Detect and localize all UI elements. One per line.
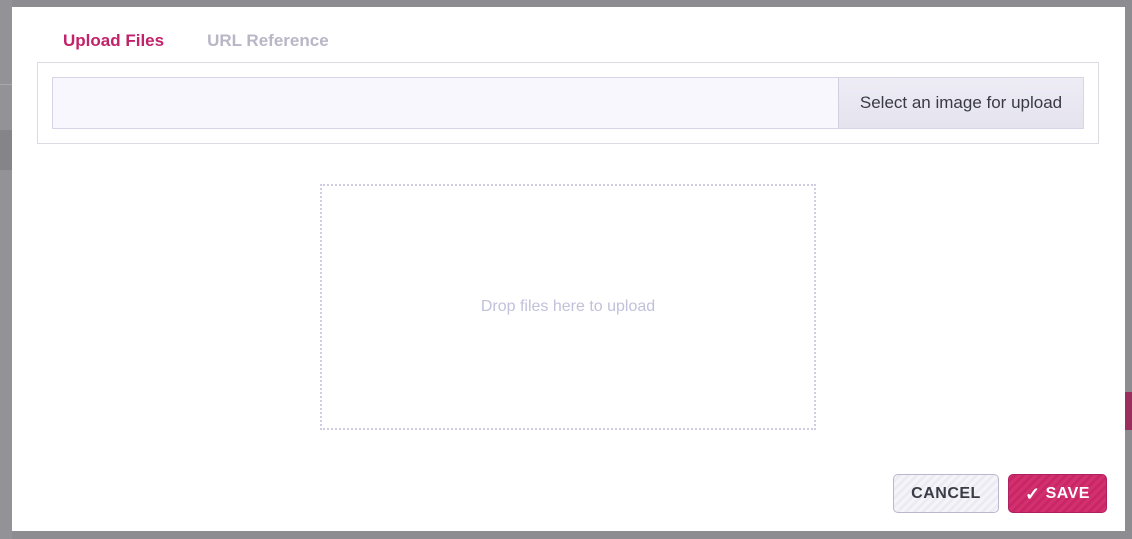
cancel-button[interactable]: CANCEL [893,474,999,513]
upload-modal: Upload Files URL Reference Select an ima… [12,7,1125,531]
checkmark-icon: ✓ [1025,483,1041,504]
background-bar [0,130,12,170]
tab-url-reference[interactable]: URL Reference [207,31,329,51]
tab-bar: Upload Files URL Reference [63,31,329,51]
dropzone-label: Drop files here to upload [480,298,656,315]
select-image-button[interactable]: Select an image for upload [838,78,1083,128]
file-dropzone[interactable]: Drop files here to upload [320,184,816,430]
tab-upload-files[interactable]: Upload Files [63,31,164,51]
file-path-field[interactable] [53,78,838,128]
background-sidebar [0,0,12,539]
background-side-tab [1124,392,1132,430]
file-input-row: Select an image for upload [52,77,1084,129]
upload-panel: Select an image for upload [37,62,1099,144]
cancel-label: CANCEL [911,484,981,502]
save-label: SAVE [1045,484,1090,502]
background-divider [0,84,12,85]
save-button[interactable]: ✓ SAVE [1008,474,1107,513]
